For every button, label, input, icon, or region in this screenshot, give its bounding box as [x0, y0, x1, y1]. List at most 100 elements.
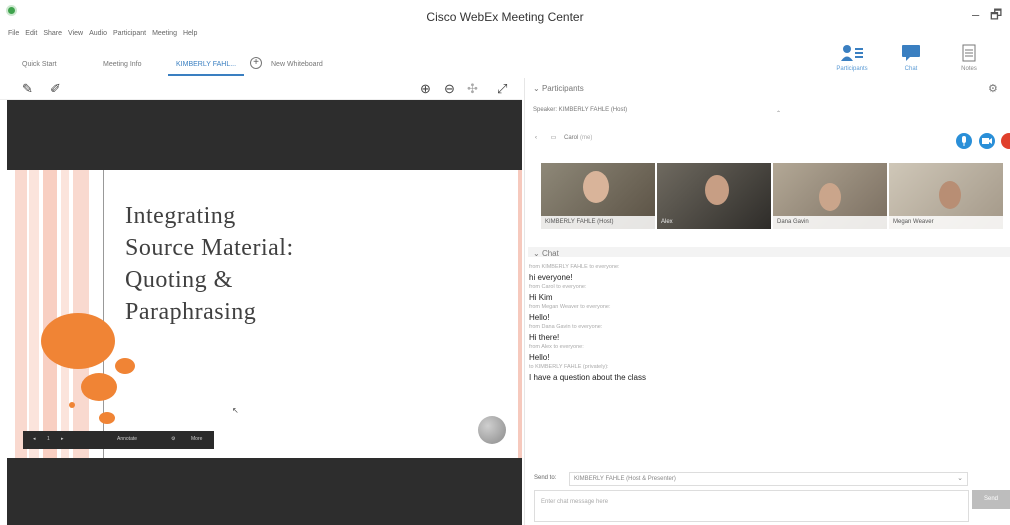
slide-title-line: Paraphrasing [125, 299, 257, 325]
collapse-chevron-icon: ⌄ [533, 84, 542, 93]
chat-panel-button[interactable]: Chat [885, 40, 937, 76]
chat-message-text: Hello! [529, 313, 550, 322]
slide-stripe [29, 170, 39, 458]
slide-title-line: Integrating [125, 203, 236, 229]
video-tile-name: KIMBERLY FAHLE (Host) [541, 216, 655, 229]
participants-settings-icon[interactable]: ⚙ [988, 82, 998, 95]
mouse-cursor-icon: ↖ [232, 406, 239, 415]
tab-shared-content[interactable]: KIMBERLY FAHL... [176, 61, 236, 68]
menu-meeting[interactable]: Meeting [152, 30, 177, 42]
participant-face [583, 171, 609, 203]
collapse-chevron-icon: ⌄ [533, 249, 542, 258]
video-tile[interactable]: KIMBERLY FAHLE (Host) [541, 163, 655, 229]
video-tile[interactable]: Megan Weaver [889, 163, 1003, 229]
page-number: 1 [47, 436, 50, 442]
add-tab-icon[interactable]: + [250, 57, 262, 69]
slide-stripe [15, 170, 27, 458]
menu-share[interactable]: Share [43, 30, 62, 42]
chat-bubble-icon [902, 45, 920, 61]
settings-icon[interactable]: ⚙ [171, 436, 175, 442]
chat-section-header[interactable]: ⌄ Chat [533, 249, 559, 258]
chat-message-meta: from Carol to everyone: [529, 284, 587, 290]
slide-title: Integrating Source Material: Quoting & P… [125, 200, 505, 328]
chevron-down-icon: ⌄ [957, 475, 963, 482]
send-to-label: Send to: [534, 475, 557, 481]
participants-icon [841, 45, 863, 61]
chat-message-meta: from KIMBERLY FAHLE to everyone: [529, 264, 620, 270]
prev-page-icon[interactable]: ◂ [33, 436, 36, 442]
video-layout-icon[interactable]: ▭ [551, 135, 557, 141]
presenter-controls-bar: ◂ 1 ▸ Annotate ⚙ More [23, 431, 214, 449]
leave-meeting-button[interactable] [1001, 133, 1010, 149]
mute-button[interactable] [956, 133, 972, 149]
current-user-row: ‹ ▭ Carol (me) [535, 134, 592, 141]
camera-icon [982, 138, 992, 144]
participants-header-label: Participants [541, 84, 584, 93]
window-title: Cisco WebEx Meeting Center [426, 10, 584, 24]
menu-edit[interactable]: Edit [25, 30, 37, 42]
annotation-tools-icon[interactable]: ✐ [50, 81, 61, 97]
slide-circle-large [41, 313, 115, 369]
notes-icon [962, 44, 976, 62]
slide-circle-small [99, 412, 115, 424]
webex-window: Cisco WebEx Meeting Center – 🗗 File Edit… [0, 0, 1010, 525]
chat-input[interactable]: Enter chat message here [534, 490, 969, 522]
notes-panel-button[interactable]: Notes [943, 40, 995, 76]
chat-message-text: hi everyone! [529, 273, 573, 282]
video-tile-name: Dana Gavin [773, 216, 887, 229]
video-tile-name: Alex [661, 219, 673, 225]
chat-section-divider [528, 247, 1010, 257]
participants-panel-label: Participants [836, 66, 868, 72]
more-button[interactable]: More [191, 436, 202, 442]
tab-new-whiteboard[interactable]: New Whiteboard [271, 61, 323, 68]
video-tile[interactable]: Dana Gavin [773, 163, 887, 229]
notes-panel-label: Notes [961, 66, 977, 72]
menu-help[interactable]: Help [183, 30, 197, 42]
menu-audio[interactable]: Audio [89, 30, 107, 42]
chat-message-meta: from Dana Gavin to everyone: [529, 324, 603, 330]
video-tile[interactable]: Alex [657, 163, 771, 229]
zoom-out-icon[interactable]: ⊖ [444, 81, 455, 97]
back-icon[interactable]: ‹ [535, 135, 537, 141]
tab-bar: Quick Start Meeting Info KIMBERLY FAHL..… [0, 52, 525, 76]
chat-message-text: I have a question about the class [529, 373, 646, 382]
send-button[interactable]: Send [972, 490, 1010, 509]
annotate-button[interactable]: Annotate [117, 436, 137, 442]
share-toolbar: ✎ ✐ ⊕ ⊖ ✣ ⤢ [0, 78, 522, 100]
participants-panel-button[interactable]: Participants [826, 40, 878, 76]
slide-circle-dot [69, 402, 75, 408]
next-page-icon[interactable]: ▸ [61, 436, 64, 442]
slide-circle-medium [81, 373, 117, 401]
send-to-select[interactable]: KIMBERLY FAHLE (Host & Presenter) ⌄ [569, 472, 968, 486]
active-tab-indicator [168, 74, 244, 76]
fit-to-window-icon[interactable]: ✣ [467, 81, 478, 97]
slide-stripe [43, 170, 57, 458]
chat-message-text: Hi Kim [529, 293, 553, 302]
tab-quick-start[interactable]: Quick Start [22, 61, 57, 68]
full-screen-icon[interactable]: ⤢ [497, 81, 507, 97]
chat-message-meta: from Megan Weaver to everyone: [529, 304, 611, 310]
pencil-icon[interactable]: ✎ [22, 81, 33, 97]
slide-title-line: Source Material: [125, 235, 294, 261]
menu-participant[interactable]: Participant [113, 30, 146, 42]
video-button[interactable] [979, 133, 995, 149]
video-tile-name: Megan Weaver [889, 216, 1003, 229]
participant-face [819, 183, 841, 211]
page-thumbnail-icon[interactable] [478, 416, 506, 444]
chat-message-text: Hello! [529, 353, 550, 362]
maximize-button[interactable]: 🗗 [990, 8, 1002, 21]
menu-view[interactable]: View [68, 30, 83, 42]
chat-log: from KIMBERLY FAHLE to everyone: hi ever… [529, 264, 999, 384]
active-speaker: Speaker: KIMBERLY FAHLE (Host) [533, 107, 628, 113]
slide-stripe [518, 170, 522, 458]
slide-title-line: Quoting & [125, 267, 233, 293]
zoom-in-icon[interactable]: ⊕ [420, 81, 431, 97]
tab-meeting-info[interactable]: Meeting Info [103, 61, 142, 68]
participant-face [939, 181, 961, 209]
minimize-button[interactable]: – [972, 8, 979, 21]
video-strip: KIMBERLY FAHLE (Host) Alex Dana Gavin Me… [541, 163, 1010, 229]
participant-face [705, 175, 729, 205]
collapse-video-icon[interactable]: ⌃ [776, 110, 781, 117]
participants-section-header[interactable]: ⌄ Participants [533, 84, 584, 93]
menu-file[interactable]: File [8, 30, 19, 42]
